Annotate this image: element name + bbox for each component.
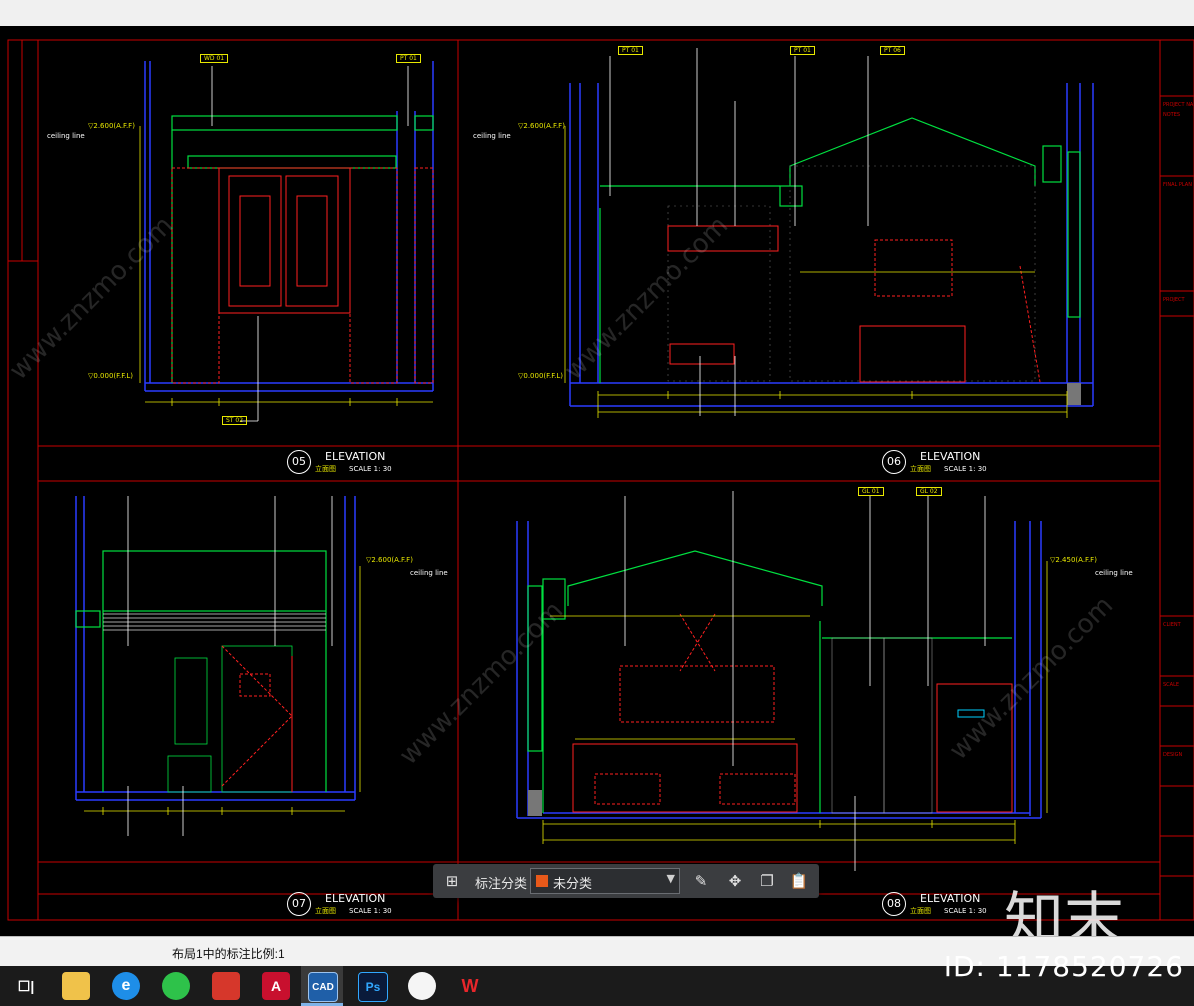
- svg-text:CLIENT: CLIENT: [1163, 622, 1182, 628]
- elevation-number-circle: 07: [287, 892, 311, 916]
- chevron-down-icon: ▼: [666, 872, 675, 885]
- watermark-05: www.znzmo.com: [4, 211, 179, 386]
- wps-icon[interactable]: W: [456, 972, 484, 1000]
- annotation-category-label: 标注分类: [475, 877, 528, 892]
- category-color-swatch: [536, 875, 548, 887]
- elevation-title: ELEVATION: [325, 450, 386, 463]
- ceiling-line-label-e08: ceiling line: [1095, 569, 1133, 577]
- svg-text:PROJECT: PROJECT: [1163, 297, 1186, 303]
- elevation-cn: 立面图: [315, 465, 336, 473]
- elevation-cn: 立面图: [910, 465, 931, 473]
- move-icon[interactable]: ✥: [724, 870, 746, 892]
- level-label-e06-top: ▽2.600(A.F.F): [518, 122, 565, 130]
- annotation-toolbar: ⊞ 标注分类 未分类 ▼ ✎ ✥ ❐ 📋: [433, 864, 819, 898]
- window-top-bar: [0, 0, 1194, 26]
- ceiling-line-label-e05: ceiling line: [47, 132, 85, 140]
- elevation-scale: SCALE 1: 30: [349, 465, 392, 473]
- level-label-e05-bottom: ▽0.000(F.F.L): [88, 372, 134, 380]
- svg-text:PROJECT NAME: PROJECT NAME: [1163, 102, 1194, 108]
- elevation-scale: SCALE 1: 30: [349, 907, 392, 915]
- elevation-cn: 立面图: [910, 907, 931, 915]
- elevation-title-08: 08 ELEVATION 立面图 SCALE 1: 30: [882, 892, 997, 918]
- level-label-e07: ▽2.600(A.F.F): [366, 556, 413, 564]
- baidu-netdisk-icon[interactable]: [408, 972, 436, 1000]
- elevation-title-05: 05 ELEVATION 立面图 SCALE 1: 30: [287, 450, 402, 476]
- annotation-scale-text: 布局1中的标注比例:1: [172, 947, 285, 961]
- watermark-06: www.znzmo.com: [559, 211, 734, 386]
- elevation-cn: 立面图: [315, 907, 336, 915]
- file-explorer-icon[interactable]: [62, 972, 90, 1000]
- elevation-number-circle: 08: [882, 892, 906, 916]
- category-value: 未分类: [553, 877, 593, 892]
- elevation-06-drawing: [564, 48, 1094, 418]
- elevation-07-drawing: [75, 496, 361, 836]
- cad-drawing-canvas[interactable]: PROJECT NAME NOTES FINAL PLAN PROJECT CL…: [0, 26, 1194, 936]
- level-label-e05-top: ▽2.600(A.F.F): [88, 122, 135, 130]
- level-label-e08: ▽2.450(A.F.F): [1050, 556, 1097, 564]
- cad-viewer-icon[interactable]: CAD: [308, 972, 338, 1002]
- elevation-number-circle: 06: [882, 450, 906, 474]
- tag-pt01-e05: PT 01: [396, 54, 421, 63]
- ceiling-line-label-e07: ceiling line: [410, 569, 448, 577]
- grid-menu-icon[interactable]: ⊞: [441, 870, 463, 892]
- elevation-title-06: 06 ELEVATION 立面图 SCALE 1: 30: [882, 450, 997, 476]
- elevation-number-circle: 05: [287, 450, 311, 474]
- edit-icon[interactable]: ✎: [690, 870, 712, 892]
- tag-pt01-e06a: PT 01: [618, 46, 643, 55]
- tag-wd01-e05: WD 01: [200, 54, 229, 63]
- level-label-e06-bottom: ▽0.000(F.F.L): [518, 372, 564, 380]
- elevation-08-drawing: [516, 491, 1048, 871]
- cad-drawing: PROJECT NAME NOTES FINAL PLAN PROJECT CL…: [4, 39, 1194, 921]
- elevation-title: ELEVATION: [325, 892, 386, 905]
- photoshop-icon[interactable]: Ps: [358, 972, 388, 1002]
- tag-st02-e05: ST 02: [222, 416, 248, 425]
- watermark-id: ID: 1178520726: [943, 950, 1184, 983]
- autocad-icon[interactable]: A: [262, 972, 290, 1000]
- elevation-05-drawing: [139, 61, 434, 422]
- svg-text:SCALE: SCALE: [1163, 682, 1179, 688]
- elevation-title: ELEVATION: [920, 450, 981, 463]
- tag-pt06-e06: PT 06: [880, 46, 905, 55]
- task-view-icon[interactable]: ☐|: [12, 972, 40, 1000]
- sketchup-icon[interactable]: [212, 972, 240, 1000]
- elevation-title: ELEVATION: [920, 892, 981, 905]
- category-select[interactable]: 未分类 ▼: [530, 868, 680, 894]
- elevation-scale: SCALE 1: 30: [944, 465, 987, 473]
- wechat-icon[interactable]: [162, 972, 190, 1000]
- elevation-title-07: 07 ELEVATION 立面图 SCALE 1: 30: [287, 892, 402, 918]
- elevation-scale: SCALE 1: 30: [944, 907, 987, 915]
- tag-gl02-e08: GL 02: [916, 487, 942, 496]
- browser-icon[interactable]: e: [112, 972, 140, 1000]
- paste-icon[interactable]: 📋: [788, 870, 810, 892]
- svg-text:FINAL PLAN: FINAL PLAN: [1163, 182, 1192, 188]
- sheet-frame: [7, 39, 1194, 921]
- svg-text:DESIGN: DESIGN: [1163, 752, 1183, 758]
- svg-text:NOTES: NOTES: [1163, 112, 1180, 118]
- copy-icon[interactable]: ❐: [756, 870, 778, 892]
- watermark-08b: www.znzmo.com: [944, 591, 1119, 766]
- tag-gl01-e08: GL 01: [858, 487, 884, 496]
- tag-pt01-e06b: PT 01: [790, 46, 815, 55]
- ceiling-line-label-e06: ceiling line: [473, 132, 511, 140]
